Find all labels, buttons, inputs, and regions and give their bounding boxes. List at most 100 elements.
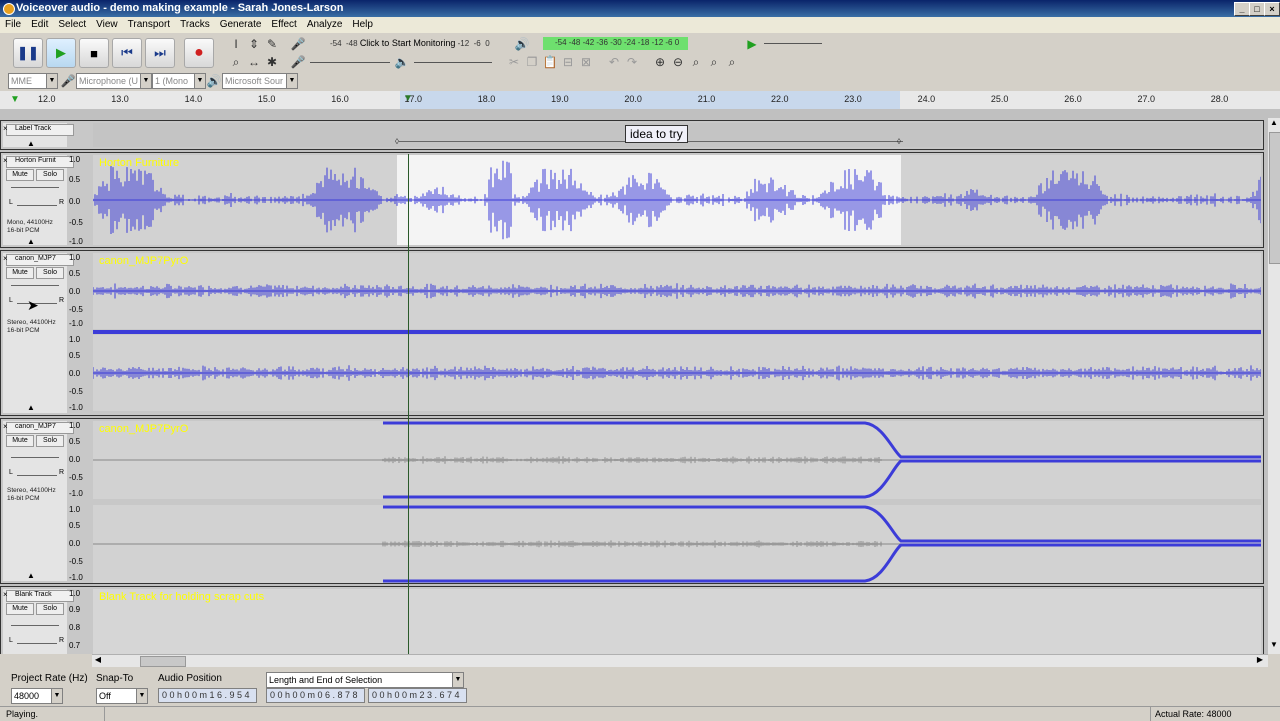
track-control-panel[interactable]: canon_MJP7 Mute Solo L R ➤ Stereo, 44100…	[3, 253, 74, 413]
clip-name[interactable]: Horton Furniture	[99, 157, 179, 169]
mute-button[interactable]: Mute	[6, 169, 34, 181]
waveform-area-left[interactable]: canon_MJP7PyrO	[93, 253, 1261, 329]
horizontal-scrollbar[interactable]: ◀ ▶	[92, 654, 1268, 667]
waveform-area-left[interactable]: canon_MJP7PyrO	[93, 421, 1261, 499]
track-name-menu[interactable]: canon_MJP7	[6, 422, 74, 434]
solo-button[interactable]: Solo	[36, 435, 64, 447]
copy-icon[interactable]: ❐	[524, 54, 540, 70]
cut-icon[interactable]: ✂	[506, 54, 522, 70]
close-track-icon[interactable]: ×	[3, 156, 8, 165]
menu-generate[interactable]: Generate	[215, 17, 267, 30]
label-track-control-panel[interactable]: Label Track ▲	[3, 123, 74, 148]
close-track-icon[interactable]: ×	[3, 422, 8, 431]
collapse-icon[interactable]: ▲	[27, 139, 35, 148]
draw-tool-icon[interactable]: ✎	[264, 36, 280, 52]
close-track-icon[interactable]: ×	[3, 254, 8, 263]
fit-project-icon[interactable]: ⌕	[706, 54, 722, 70]
menu-edit[interactable]: Edit	[26, 17, 53, 30]
timeshift-tool-icon[interactable]: ↔	[246, 54, 262, 70]
solo-button[interactable]: Solo	[36, 169, 64, 181]
vertical-scrollbar[interactable]: ▲ ▼	[1268, 118, 1280, 654]
gain-slider[interactable]	[11, 187, 59, 188]
label-track-body[interactable]: ◊ ◊ idea to try	[93, 123, 1261, 147]
audio-track-horton[interactable]: Horton Furnit Mute Solo L R Mono, 44100H…	[0, 152, 1264, 248]
clip-name[interactable]: canon_MJP7PyrO	[99, 423, 188, 435]
menu-select[interactable]: Select	[53, 17, 91, 30]
gain-envelope[interactable]	[93, 505, 1261, 583]
label-track-name[interactable]: Label Track	[6, 124, 74, 136]
close-track-icon[interactable]: ×	[3, 124, 8, 133]
playback-volume-slider[interactable]	[414, 62, 492, 63]
stop-button[interactable]: ■	[79, 38, 109, 68]
collapse-icon[interactable]: ▲	[27, 571, 35, 580]
selection-length-field[interactable]: 0 0 h 0 0 m 0 6 . 8 7 8 s	[266, 688, 365, 713]
gain-slider[interactable]	[11, 457, 59, 458]
host-select[interactable]: MME ▼	[8, 73, 58, 89]
vertical-scale-right[interactable]: 1.0 0.5 0.0 -0.5 -1.0	[69, 335, 93, 412]
menu-effect[interactable]: Effect	[266, 17, 301, 30]
vertical-scale[interactable]: 1.0 0.5 0.0 -0.5 -1.0	[69, 155, 93, 246]
pin-play-head-icon[interactable]: ▼	[10, 94, 20, 105]
collapse-icon[interactable]: ▲	[27, 237, 35, 246]
track-control-panel[interactable]: canon_MJP7 Mute Solo L R Stereo, 44100Hz…	[3, 421, 74, 581]
paste-icon[interactable]: 📋	[542, 54, 558, 70]
track-control-panel[interactable]: Blank Track Mute Solo L R	[3, 589, 74, 654]
clip-name[interactable]: canon_MJP7PyrO	[99, 255, 188, 267]
play-speed-slider[interactable]	[764, 43, 822, 44]
vertical-scale[interactable]: 1.0 0.9 0.8 0.7	[69, 589, 93, 654]
scroll-up-icon[interactable]: ▲	[1268, 118, 1280, 130]
track-control-panel[interactable]: Horton Furnit Mute Solo L R Mono, 44100H…	[3, 155, 74, 246]
zoom-in-icon[interactable]: ⊕	[652, 54, 668, 70]
label-text[interactable]: idea to try	[625, 125, 688, 143]
gain-slider[interactable]	[11, 285, 59, 286]
menu-transport[interactable]: Transport	[123, 17, 175, 30]
zoom-out-icon[interactable]: ⊖	[670, 54, 686, 70]
pan-slider[interactable]	[17, 475, 57, 476]
waveform-area[interactable]: Blank Track for holding scrap cuts	[93, 589, 1261, 654]
record-button[interactable]: ●	[184, 38, 214, 68]
mute-button[interactable]: Mute	[6, 603, 34, 615]
vertical-scale-right[interactable]: 1.0 0.5 0.0 -0.5 -1.0	[69, 505, 93, 582]
fit-selection-icon[interactable]: ⌕	[688, 54, 704, 70]
vertical-scroll-thumb[interactable]	[1269, 132, 1280, 264]
pan-slider[interactable]	[17, 643, 57, 644]
menu-file[interactable]: File	[0, 17, 26, 30]
menu-view[interactable]: View	[91, 17, 123, 30]
zoom-tool-icon[interactable]: ⌕	[228, 54, 244, 70]
label-start-handle-icon[interactable]: ◊	[395, 137, 399, 146]
record-volume-slider[interactable]	[310, 62, 390, 63]
waveform-area-right[interactable]	[93, 505, 1261, 583]
waveform-area[interactable]: Horton Furniture	[93, 155, 1261, 245]
mute-button[interactable]: Mute	[6, 267, 34, 279]
close-button[interactable]: ×	[1264, 2, 1280, 16]
track-name-menu[interactable]: Blank Track	[6, 590, 74, 602]
pause-button[interactable]: ❚❚	[13, 38, 43, 68]
vertical-scale-left[interactable]: 1.0 0.5 0.0 -0.5 -1.0	[69, 421, 93, 498]
gain-slider[interactable]	[11, 625, 59, 626]
envelope-tool-icon[interactable]: ⇕	[246, 36, 262, 52]
label-end-handle-icon[interactable]: ◊	[897, 137, 901, 146]
trim-icon[interactable]: ⊟	[560, 54, 576, 70]
timeline-ruler[interactable]: ▼ 12.0 13.0 14.0 15.0 16.0 17.0 18.0 19.0 20.0 21…	[0, 91, 1280, 110]
solo-button[interactable]: Solo	[36, 267, 64, 279]
input-device-select[interactable]: Microphone (U ▼	[76, 73, 152, 89]
collapse-icon[interactable]: ▲	[27, 403, 35, 412]
scroll-down-icon[interactable]: ▼	[1268, 640, 1280, 652]
pan-slider[interactable]	[17, 205, 57, 206]
horizontal-scroll-thumb[interactable]	[140, 656, 186, 667]
audio-track-blank[interactable]: Blank Track Mute Solo L R × 1.0 0.9 0.8 …	[0, 586, 1264, 654]
output-device-select[interactable]: Microsoft Sour ▼	[222, 73, 298, 89]
undo-icon[interactable]: ↶	[606, 54, 622, 70]
selection-end-field[interactable]: 0 0 h 0 0 m 2 3 . 6 7 4 s	[368, 688, 467, 713]
scroll-left-icon[interactable]: ◀	[92, 655, 104, 667]
clip-name[interactable]: Blank Track for holding scrap cuts	[99, 591, 264, 603]
waveform-area-right[interactable]	[93, 335, 1261, 411]
play-at-speed-icon[interactable]: ▶	[744, 36, 760, 52]
track-name-menu[interactable]: canon_MJP7	[6, 254, 74, 266]
skip-end-button[interactable]: ⏭	[145, 38, 175, 68]
solo-button[interactable]: Solo	[36, 603, 64, 615]
minimize-button[interactable]: _	[1234, 2, 1250, 16]
menu-help[interactable]: Help	[347, 17, 378, 30]
audio-track-canon-2[interactable]: canon_MJP7 Mute Solo L R Stereo, 44100Hz…	[0, 418, 1264, 584]
menu-analyze[interactable]: Analyze	[302, 17, 348, 30]
